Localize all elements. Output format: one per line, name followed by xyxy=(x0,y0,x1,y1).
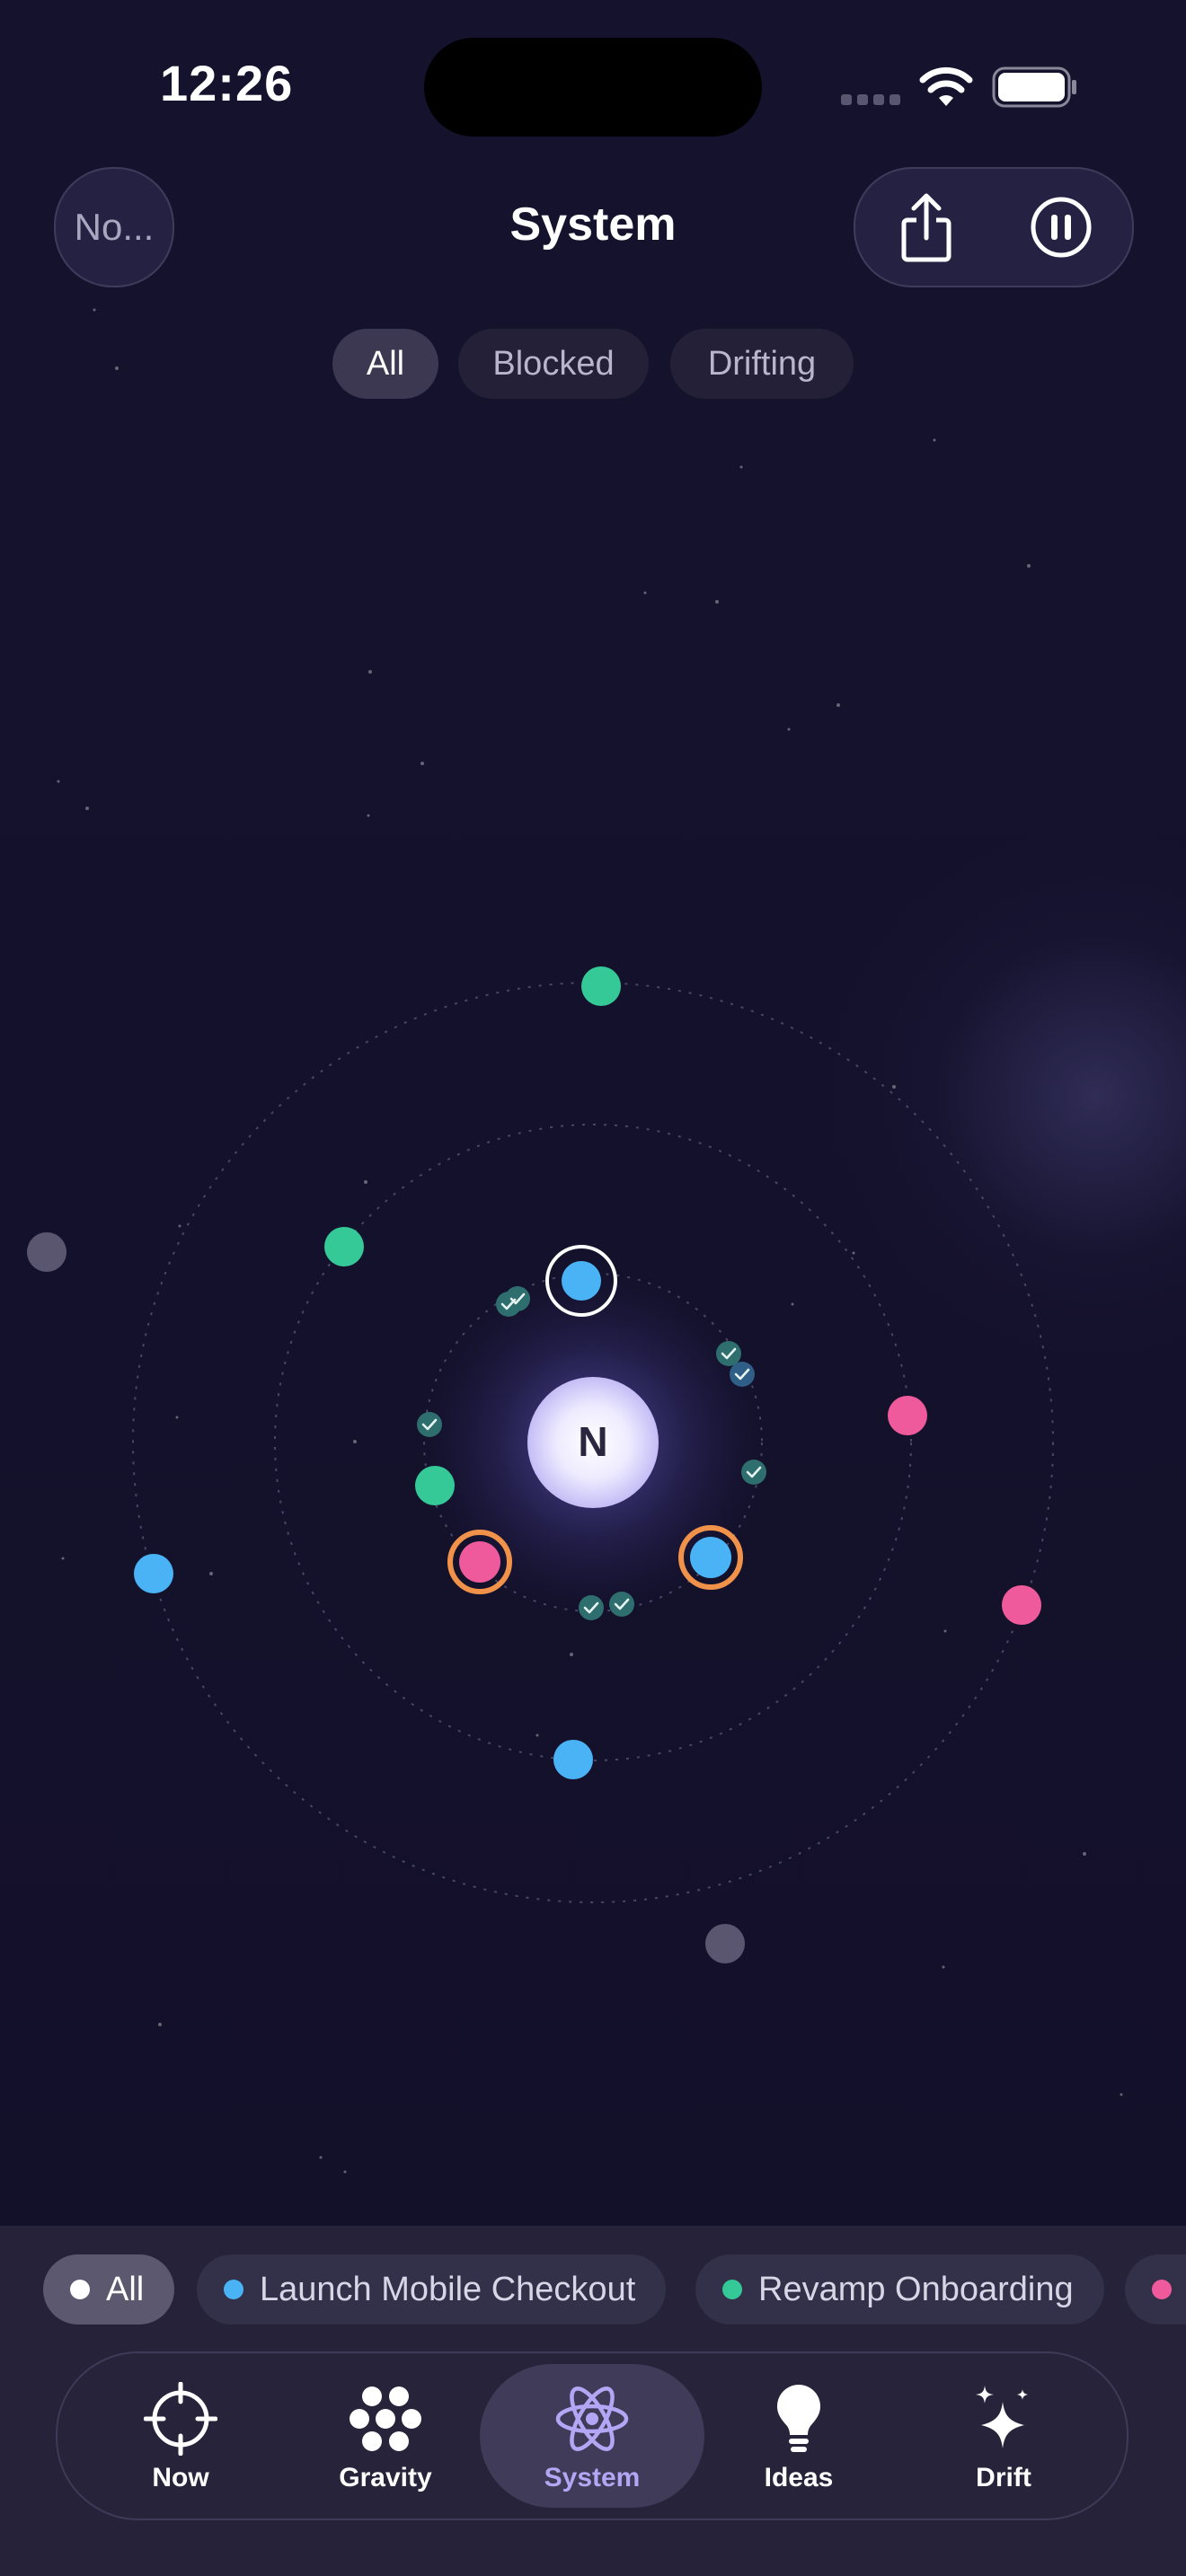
planet-pink[interactable] xyxy=(888,1396,927,1435)
dynamic-island xyxy=(424,38,762,137)
planet-green[interactable] xyxy=(324,1227,364,1266)
filter-label: All xyxy=(366,344,405,383)
planet-pink[interactable] xyxy=(1002,1585,1041,1625)
planet-green[interactable] xyxy=(415,1466,455,1505)
tab-drift[interactable]: Drift xyxy=(891,2364,1116,2508)
check-moon-icon xyxy=(579,1595,604,1620)
check-moon-icon xyxy=(730,1362,755,1387)
battery-icon xyxy=(992,66,1076,108)
planet-gray[interactable] xyxy=(27,1232,66,1272)
filter-all-chip[interactable]: All xyxy=(332,329,438,399)
atom-icon xyxy=(555,2386,629,2451)
project-chip-revamp-onboarding[interactable]: Revamp Onboarding xyxy=(695,2254,1104,2325)
check-moon-icon xyxy=(609,1592,634,1617)
tab-label: Now xyxy=(152,2463,209,2492)
tab-bar: Now Gravity System Ideas Drift xyxy=(56,2351,1128,2520)
project-dot xyxy=(722,2280,742,2299)
tab-label: Ideas xyxy=(764,2463,834,2492)
filter-label: Blocked xyxy=(492,344,615,383)
planet-green[interactable] xyxy=(581,966,621,1006)
share-icon xyxy=(901,193,951,262)
filter-blocked-chip[interactable]: Blocked xyxy=(458,329,649,399)
cellular-signal-icon xyxy=(841,93,906,110)
planet-blue[interactable] xyxy=(553,1740,593,1779)
check-moon-icon xyxy=(417,1412,442,1437)
wifi-icon xyxy=(919,66,973,106)
planet-pink-blocked[interactable] xyxy=(459,1541,500,1583)
project-label: All xyxy=(106,2270,145,2308)
status-time: 12:26 xyxy=(160,55,294,111)
tab-label: System xyxy=(544,2463,641,2492)
filter-segment: All Blocked Drifting xyxy=(0,329,1186,399)
filter-drifting-chip[interactable]: Drifting xyxy=(670,329,854,399)
share-button[interactable] xyxy=(868,169,985,286)
tab-label: Drift xyxy=(976,2463,1031,2492)
status-bar: 12:26 xyxy=(0,0,1186,180)
project-dot xyxy=(224,2280,243,2299)
project-label: Revamp Onboarding xyxy=(758,2270,1074,2308)
project-label: Launch Mobile Checkout xyxy=(260,2270,636,2308)
project-chip-all[interactable]: All xyxy=(43,2254,175,2325)
project-dot xyxy=(1152,2280,1172,2299)
tab-ideas[interactable]: Ideas xyxy=(686,2364,911,2508)
check-moon-icon xyxy=(716,1341,741,1366)
project-dot xyxy=(70,2280,90,2299)
bottom-panel: All Launch Mobile Checkout Revamp Onboar… xyxy=(0,2226,1186,2576)
planet-gray[interactable] xyxy=(705,1924,745,1963)
planet-blue-selected[interactable] xyxy=(562,1261,601,1301)
sparkles-icon xyxy=(976,2386,1028,2448)
filter-label: Drifting xyxy=(707,344,817,383)
tab-system[interactable]: System xyxy=(480,2364,704,2508)
pause-icon xyxy=(1031,197,1092,258)
crosshair-icon xyxy=(144,2382,217,2456)
lightbulb-icon xyxy=(777,2385,820,2452)
gravity-dots-icon xyxy=(350,2386,421,2451)
header-actions xyxy=(854,167,1134,287)
pause-button[interactable] xyxy=(1003,169,1120,286)
project-chip-more[interactable] xyxy=(1125,2254,1186,2325)
check-moon-icon xyxy=(741,1460,766,1485)
tab-gravity[interactable]: Gravity xyxy=(273,2364,498,2508)
tab-now[interactable]: Now xyxy=(68,2364,293,2508)
project-chip-launch-mobile-checkout[interactable]: Launch Mobile Checkout xyxy=(197,2254,667,2325)
tab-label: Gravity xyxy=(339,2463,432,2492)
planet-blue[interactable] xyxy=(134,1554,173,1593)
planet-blue-blocked[interactable] xyxy=(690,1537,731,1578)
